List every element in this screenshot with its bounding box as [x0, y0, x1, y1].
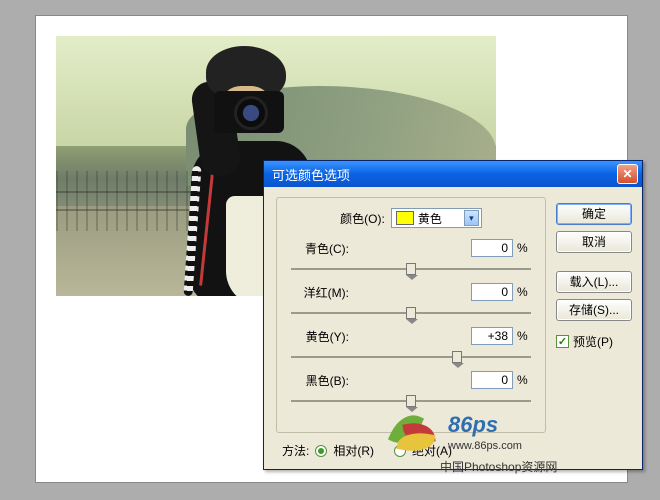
cancel-button[interactable]: 取消: [556, 231, 632, 253]
magenta-label: 洋红(M):: [291, 284, 349, 301]
close-icon: ✕: [622, 167, 632, 181]
yellow-input[interactable]: [471, 327, 513, 345]
percent-label: %: [517, 241, 531, 255]
watermark-logo-icon: [392, 408, 442, 456]
cyan-input[interactable]: [471, 239, 513, 257]
yellow-label: 黄色(Y):: [291, 328, 349, 345]
radio-relative[interactable]: [315, 445, 327, 457]
black-slider[interactable]: [291, 394, 531, 408]
watermark: 86ps www.86ps.com: [392, 408, 522, 456]
color-label: 颜色(O):: [340, 210, 385, 227]
percent-label: %: [517, 285, 531, 299]
magenta-slider[interactable]: [291, 306, 531, 320]
cyan-slider[interactable]: [291, 262, 531, 276]
preview-checkbox[interactable]: ✓: [556, 335, 569, 348]
dialog-titlebar[interactable]: 可选颜色选项 ✕: [264, 161, 642, 187]
percent-label: %: [517, 329, 531, 343]
dialog-title: 可选颜色选项: [272, 165, 617, 184]
black-label: 黑色(B):: [291, 372, 349, 389]
color-select-value: 黄色: [418, 210, 442, 227]
preview-label: 预览(P): [573, 333, 613, 350]
method-label: 方法:: [282, 442, 309, 459]
load-button[interactable]: 载入(L)...: [556, 271, 632, 293]
radio-relative-label: 相对(R): [333, 442, 374, 459]
chevron-down-icon: ▾: [464, 210, 479, 226]
magenta-input[interactable]: [471, 283, 513, 301]
watermark-url: www.86ps.com: [448, 439, 522, 453]
color-swatch-icon: [396, 211, 414, 225]
percent-label: %: [517, 373, 531, 387]
yellow-slider[interactable]: [291, 350, 531, 364]
button-column: 确定 取消 载入(L)... 存储(S)... ✓ 预览(P): [556, 203, 632, 350]
color-select[interactable]: 黄色 ▾: [391, 208, 482, 228]
watermark-cn: 中国Photoshop资源网: [440, 458, 557, 475]
watermark-brand: 86ps: [448, 411, 522, 440]
black-input[interactable]: [471, 371, 513, 389]
cyan-label: 青色(C):: [291, 240, 349, 257]
close-button[interactable]: ✕: [617, 164, 638, 184]
color-group: 颜色(O): 黄色 ▾ 青色(C): % 洋红(M):: [276, 197, 546, 433]
ok-button[interactable]: 确定: [556, 203, 632, 225]
save-button[interactable]: 存储(S)...: [556, 299, 632, 321]
